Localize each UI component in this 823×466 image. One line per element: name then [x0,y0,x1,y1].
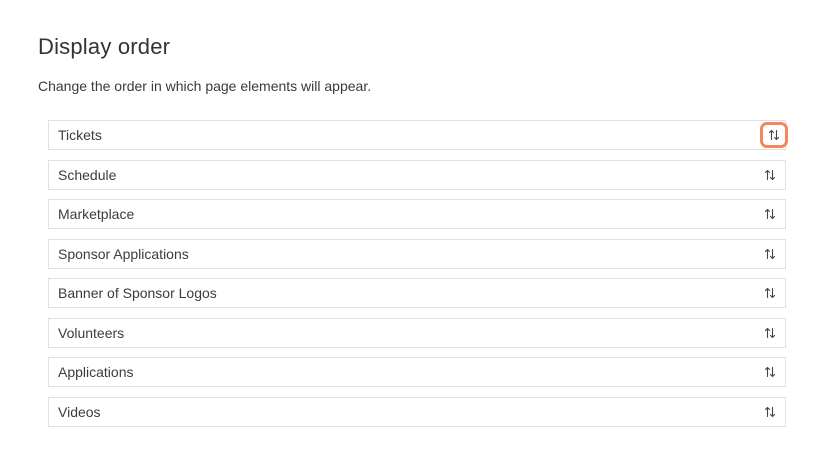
order-item-label: Videos [58,403,101,420]
order-item-tickets[interactable]: Tickets [48,120,788,150]
order-item-label: Sponsor Applications [58,245,189,262]
sort-arrows-icon[interactable] [761,324,779,342]
order-item-banner-of-sponsor-logos[interactable]: Banner of Sponsor Logos [48,278,786,308]
order-item-label: Schedule [58,166,117,183]
order-item-schedule[interactable]: Schedule [48,159,786,190]
order-item-label: Banner of Sponsor Logos [58,285,217,301]
sort-arrows-icon[interactable] [761,403,779,421]
sort-arrows-icon[interactable] [760,122,788,148]
sort-arrows-icon[interactable] [761,166,779,184]
sort-arrows-icon[interactable] [761,205,779,223]
page-description: Change the order in which page elements … [38,78,372,94]
order-item-videos[interactable]: Videos [48,396,786,427]
order-item-volunteers[interactable]: Volunteers [48,317,786,348]
order-item-label: Applications [58,364,134,380]
order-item-label: Marketplace [58,206,135,222]
sort-arrows-icon[interactable] [761,363,779,381]
sort-arrows-icon[interactable] [761,245,779,263]
order-item-label: Tickets [58,127,102,143]
order-item-applications[interactable]: Applications [48,357,786,387]
display-order-list: Tickets Schedule Marketplace Sponsor App… [48,120,788,436]
page-title: Display order [38,34,171,59]
order-item-marketplace[interactable]: Marketplace [48,199,786,229]
order-item-label: Volunteers [58,324,125,341]
sort-arrows-icon[interactable] [761,284,779,302]
order-item-sponsor-applications[interactable]: Sponsor Applications [48,238,786,269]
